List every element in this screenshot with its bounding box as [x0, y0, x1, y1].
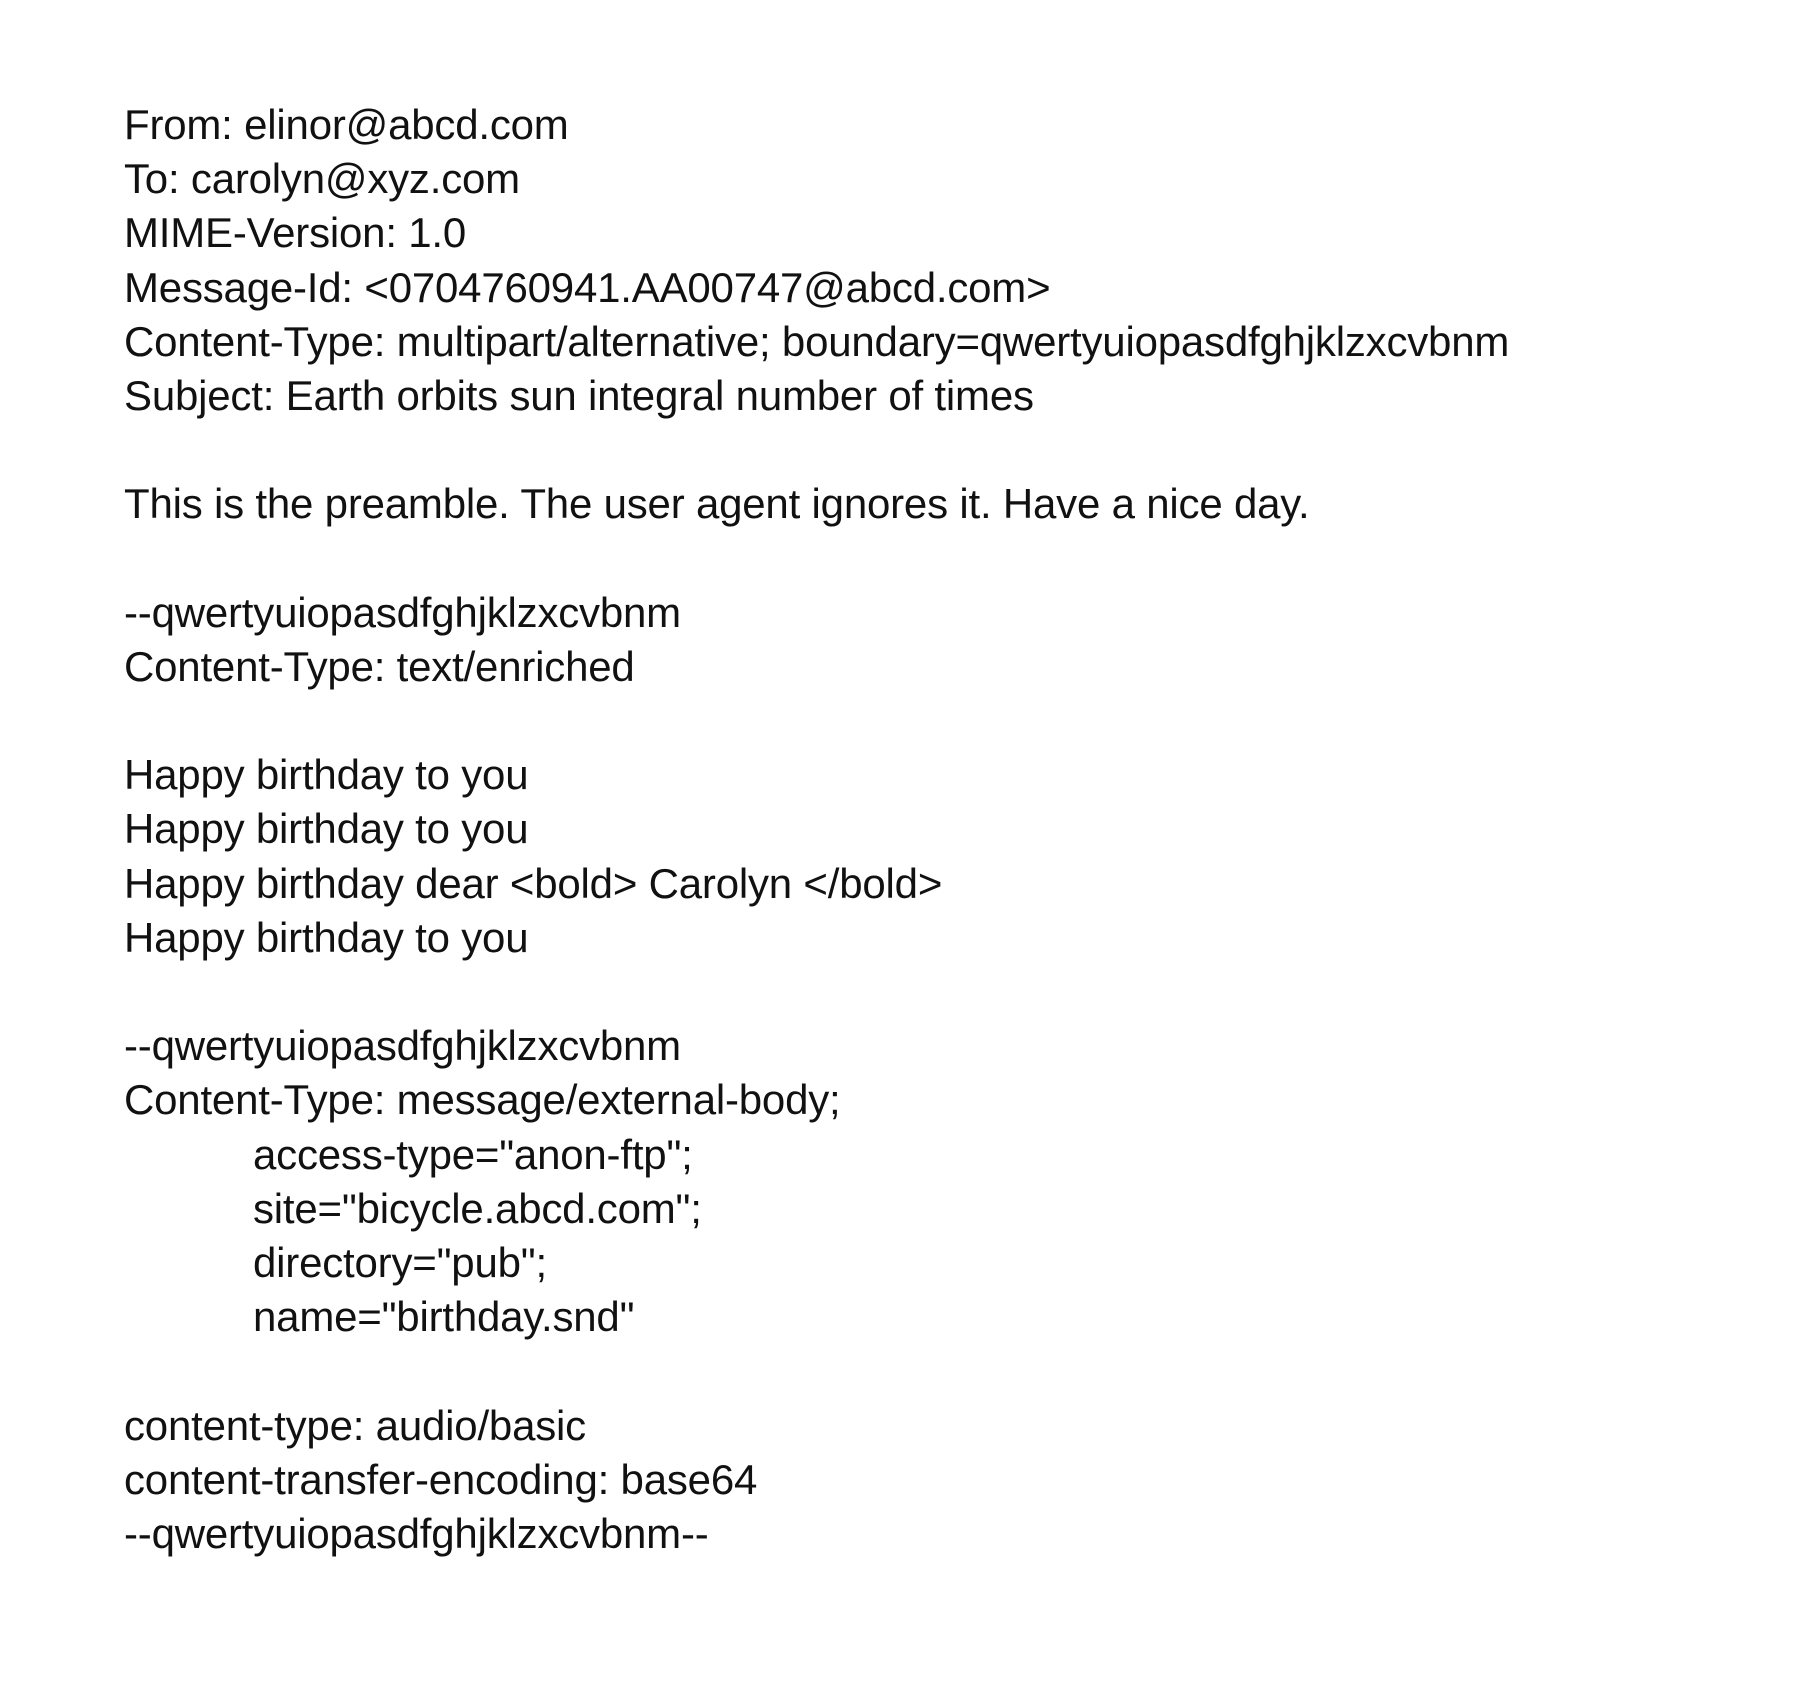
param-access-type: access-type="anon-ftp"; [253, 1130, 693, 1178]
param-site: site="bicycle.abcd.com"; [253, 1184, 702, 1232]
body-line: Happy birthday to you [124, 751, 529, 799]
body-line: Happy birthday to you [124, 913, 529, 961]
part-text-enriched: --qwertyuiopasdfghjklzxcvbnm Content-Typ… [124, 586, 1509, 965]
message-headers: From: elinor@abcd.com To: carolyn@xyz.co… [124, 98, 1509, 423]
body-line: Happy birthday dear <bold> Carolyn </bol… [124, 859, 943, 907]
header-mime-version: MIME-Version: 1.0 [124, 209, 467, 257]
param-name: name="birthday.snd" [253, 1293, 635, 1341]
header-message-id: Message-Id: <0704760941.AA00747@abcd.com… [124, 263, 1051, 311]
part-content-type: Content-Type: text/enriched [124, 642, 635, 690]
boundary-line: --qwertyuiopasdfghjklzxcvbnm [124, 588, 681, 636]
inner-content-type: content-type: audio/basic [124, 1401, 586, 1449]
mime-message: From: elinor@abcd.com To: carolyn@xyz.co… [124, 98, 1509, 1561]
preamble: This is the preamble. The user agent ign… [124, 480, 1310, 528]
closing-boundary: --qwertyuiopasdfghjklzxcvbnm-- [124, 1509, 709, 1557]
inner-transfer-encoding: content-transfer-encoding: base64 [124, 1455, 758, 1503]
header-from: From: elinor@abcd.com [124, 101, 569, 148]
header-to: To: carolyn@xyz.com [124, 155, 520, 203]
part-content-type: Content-Type: message/external-body; [124, 1076, 841, 1124]
param-directory: directory="pub"; [253, 1238, 547, 1286]
part-external-body: --qwertyuiopasdfghjklzxcvbnm Content-Typ… [124, 1019, 1509, 1561]
boundary-line: --qwertyuiopasdfghjklzxcvbnm [124, 1022, 681, 1070]
header-subject: Subject: Earth orbits sun integral numbe… [124, 371, 1034, 419]
header-content-type: Content-Type: multipart/alternative; bou… [124, 317, 1510, 365]
body-line: Happy birthday to you [124, 805, 529, 853]
